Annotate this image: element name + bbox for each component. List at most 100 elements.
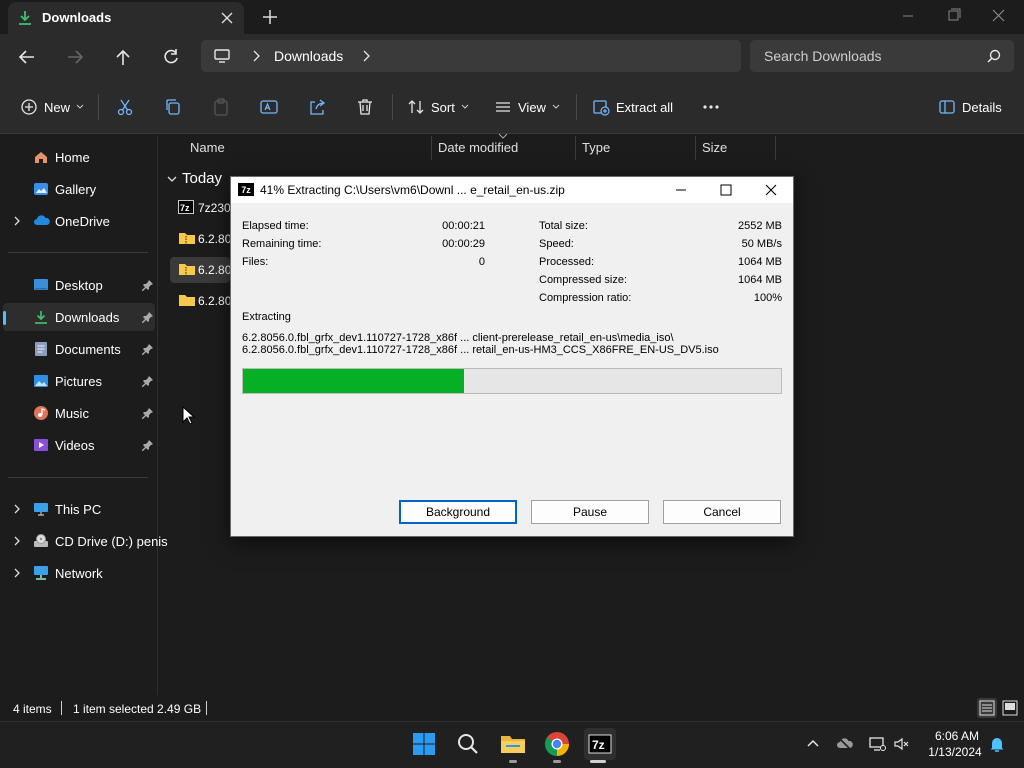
- search-box[interactable]: Search Downloads: [750, 40, 1014, 72]
- new-tab-button[interactable]: [258, 6, 282, 28]
- sidebar-item-label: This PC: [55, 502, 102, 517]
- address-bar[interactable]: Downloads: [201, 40, 741, 72]
- pin-icon[interactable]: [142, 279, 154, 291]
- show-hidden-icons-icon[interactable]: [804, 735, 822, 753]
- extract-icon: [592, 98, 610, 116]
- desktop-icon: [33, 277, 49, 293]
- chevron-right-icon[interactable]: [12, 215, 22, 227]
- file-explorer-icon[interactable]: [497, 728, 529, 760]
- column-header-name[interactable]: Name: [190, 140, 225, 160]
- column-header-type[interactable]: Type: [582, 140, 610, 160]
- column-header-size[interactable]: Size: [702, 140, 727, 160]
- progress-bar: [242, 368, 782, 394]
- item-count: 4 items: [13, 702, 52, 716]
- more-options-icon[interactable]: [701, 97, 721, 117]
- column-divider[interactable]: [775, 136, 776, 160]
- sidebar-item-onedrive[interactable]: OneDrive: [3, 207, 155, 235]
- extracting-label: Extracting: [242, 311, 291, 323]
- new-label: New: [44, 99, 71, 115]
- pin-icon[interactable]: [142, 407, 154, 419]
- chevron-right-icon[interactable]: [12, 535, 22, 547]
- pause-button[interactable]: Pause: [531, 500, 649, 524]
- view-button[interactable]: View: [494, 96, 560, 118]
- pin-icon[interactable]: [142, 439, 154, 451]
- 7zip-icon[interactable]: 7z: [584, 728, 616, 760]
- share-icon[interactable]: [307, 97, 327, 117]
- file-row[interactable]: 6.2.80: [170, 226, 230, 252]
- back-button[interactable]: [14, 45, 40, 69]
- onedrive-tray-icon[interactable]: [836, 735, 854, 753]
- cut-icon[interactable]: [115, 97, 135, 117]
- sidebar-item-desktop[interactable]: Desktop: [3, 271, 155, 299]
- chevron-right-icon[interactable]: [12, 567, 22, 579]
- paste-icon[interactable]: [211, 97, 231, 117]
- pin-icon[interactable]: [142, 343, 154, 355]
- tiles-view-button[interactable]: [1000, 698, 1020, 718]
- restore-button[interactable]: [930, 4, 976, 28]
- network-tray-icon[interactable]: [868, 735, 886, 753]
- mouse-cursor-icon: [182, 406, 196, 426]
- details-button[interactable]: Details: [938, 96, 1002, 118]
- extract-all-button[interactable]: Extract all: [592, 96, 673, 118]
- sidebar-item-videos[interactable]: Videos: [3, 431, 155, 459]
- forward-button[interactable]: [62, 45, 88, 69]
- sidebar-item-downloads[interactable]: Downloads: [3, 303, 155, 331]
- view-icon: [494, 98, 512, 116]
- background-button[interactable]: Background: [399, 500, 517, 524]
- sidebar-item-this-pc[interactable]: This PC: [3, 495, 155, 523]
- column-divider[interactable]: [575, 136, 576, 160]
- pin-icon[interactable]: [142, 375, 154, 387]
- sidebar-item-pictures[interactable]: Pictures: [3, 367, 155, 395]
- sidebar-item-documents[interactable]: Documents: [3, 335, 155, 363]
- active-indicator: [590, 760, 606, 763]
- cancel-button[interactable]: Cancel: [663, 500, 781, 524]
- clock-date[interactable]: 1/13/2024: [924, 745, 986, 759]
- sidebar-item-cd-drive[interactable]: CD Drive (D:) penis: [3, 527, 168, 555]
- file-row[interactable]: 7z 7z2301: [170, 195, 230, 221]
- dialog-close-button[interactable]: [763, 182, 779, 198]
- sort-label: Sort: [431, 99, 455, 115]
- column-divider[interactable]: [431, 136, 432, 160]
- dialog-title-bar[interactable]: 7z 41% Extracting C:\Users\vm6\Downl ...…: [231, 177, 793, 203]
- selection-info: 1 item selected 2.49 GB: [73, 702, 202, 716]
- volume-muted-icon[interactable]: [893, 735, 911, 753]
- delete-icon[interactable]: [355, 97, 375, 117]
- chevron-right-icon[interactable]: [359, 48, 373, 64]
- copy-icon[interactable]: [163, 97, 183, 117]
- chevron-right-icon[interactable]: [249, 48, 263, 64]
- pin-icon[interactable]: [142, 311, 154, 323]
- column-header-date[interactable]: Date modified: [438, 140, 518, 160]
- rename-icon[interactable]: [259, 97, 279, 117]
- file-row[interactable]: 6.2.80: [170, 288, 230, 314]
- sidebar-item-home[interactable]: Home: [3, 143, 155, 171]
- close-window-button[interactable]: [975, 4, 1021, 28]
- windows-start-icon[interactable]: [408, 728, 440, 760]
- sort-button[interactable]: Sort: [407, 96, 469, 118]
- dialog-minimize-button[interactable]: [673, 182, 689, 198]
- details-pane-icon: [938, 98, 956, 116]
- search-icon[interactable]: [452, 728, 484, 760]
- close-icon[interactable]: [218, 9, 236, 27]
- chevron-right-icon[interactable]: [12, 503, 22, 515]
- elapsed-time-label: Elapsed time:: [242, 220, 309, 232]
- remaining-time-value: 00:00:29: [442, 238, 485, 250]
- minimize-button[interactable]: [885, 4, 931, 28]
- notification-bell-icon[interactable]: [988, 735, 1006, 753]
- group-header-today[interactable]: Today: [166, 170, 222, 187]
- up-button[interactable]: [110, 45, 136, 69]
- breadcrumb-downloads[interactable]: Downloads: [274, 48, 343, 64]
- sidebar-item-network[interactable]: Network: [3, 559, 155, 587]
- sidebar-item-gallery[interactable]: Gallery: [3, 175, 155, 203]
- status-bar: 4 items 1 item selected 2.49 GB: [0, 697, 1024, 721]
- file-row-selected[interactable]: 6.2.80: [170, 257, 230, 283]
- details-view-button[interactable]: [977, 698, 997, 718]
- chrome-icon[interactable]: [541, 728, 573, 760]
- sidebar-item-music[interactable]: Music: [3, 399, 155, 427]
- files-label: Files:: [242, 256, 269, 268]
- tab-downloads[interactable]: Downloads: [8, 2, 244, 34]
- refresh-button[interactable]: [158, 45, 184, 69]
- clock-time[interactable]: 6:06 AM: [930, 729, 984, 743]
- new-button[interactable]: New: [20, 96, 84, 118]
- column-divider[interactable]: [695, 136, 696, 160]
- dialog-maximize-button[interactable]: [718, 182, 734, 198]
